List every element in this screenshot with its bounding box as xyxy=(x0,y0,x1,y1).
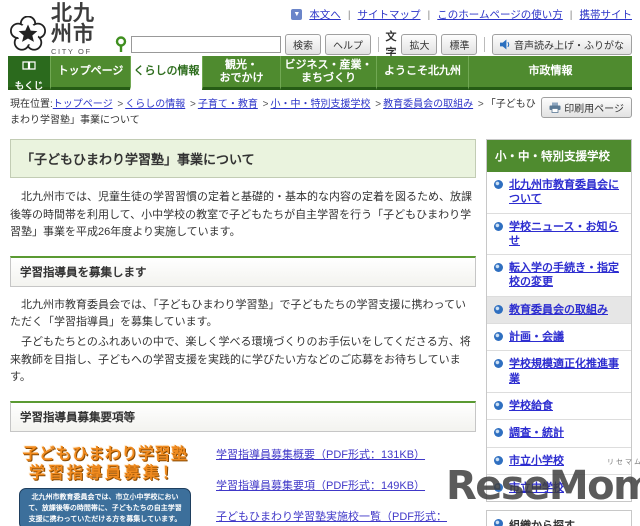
bullet-icon xyxy=(494,519,503,526)
breadcrumb-link-kurashi[interactable]: くらしの情報 xyxy=(125,99,185,110)
bullet-icon xyxy=(494,482,503,492)
breadcrumb-link-board-initiatives[interactable]: 教育委員会の取組み xyxy=(383,99,473,110)
sidebar-title: 小・中・特別支援学校 xyxy=(487,140,631,172)
sidebar: 小・中・特別支援学校 北九州市教育委員会について 学校ニュース・お知らせ 転入学… xyxy=(486,139,632,526)
breadcrumb-link-kosodate[interactable]: 子育て・教育 xyxy=(198,99,258,110)
banner-title-line2: 学習指導員募集！ xyxy=(28,464,181,482)
bullet-icon xyxy=(494,180,503,189)
text-standard-button[interactable]: 標準 xyxy=(441,33,478,55)
content-area: 「子どもひまわり学習塾」事業について 北九州市では、児童生徒の学習習慣の定着と基… xyxy=(0,131,640,526)
section-heading-documents: 学習指導員募集要項等 xyxy=(10,400,476,432)
nav-tab-kurashi-info[interactable]: くらしの情報 xyxy=(130,56,202,90)
downloads-row: 子どもひまわり学習塾 学習指導員募集！ 北九州市教育委員会では、市立小中学校にお… xyxy=(10,442,476,526)
link-sitemap[interactable]: サイトマップ xyxy=(358,7,421,22)
sidebar-item-school-lunch[interactable]: 学校給食 xyxy=(487,391,631,419)
banner-title-line1: 子どもひまわり学習塾 xyxy=(22,445,188,463)
breadcrumb-prefix: 現在位置: xyxy=(10,99,53,110)
nav-tab-mokuji[interactable]: もくじ xyxy=(8,56,50,92)
sidebar-item-transfer-procedures[interactable]: 転入学の手続き・指定校の変更 xyxy=(487,254,631,296)
bullet-icon xyxy=(494,455,503,465)
main-column: 「子どもひまわり学習塾」事業について 北九州市では、児童生徒の学習習慣の定着と基… xyxy=(10,139,476,526)
link-how-to-use[interactable]: このホームページの使い方 xyxy=(437,7,562,22)
sidebar-item-org-search[interactable]: 組織から探す xyxy=(487,511,631,526)
page-title: 「子どもひまわり学習塾」事業について xyxy=(10,139,476,178)
voice-reading-button[interactable]: 音声読み上げ・ふりがな xyxy=(492,33,633,55)
nav-tab-kanko-odekake[interactable]: 観光・ おでかけ xyxy=(202,56,280,90)
nav-tab-top-page[interactable]: トップページ xyxy=(50,56,130,90)
download-link-boshu-yoko[interactable]: 学習指導員募集要項（PDF形式：149KB） xyxy=(216,477,476,493)
logo-title: 北九州市 xyxy=(51,2,95,46)
nav-tab-yokoso-kitakyushu[interactable]: ようこそ北九州 xyxy=(376,56,468,90)
printer-icon xyxy=(549,102,561,113)
bullet-icon xyxy=(494,400,503,410)
sidebar-item-school-scale-project[interactable]: 学校規模適正化推進事業 xyxy=(487,350,631,392)
breadcrumb-row: 現在位置:トップページ > くらしの情報 > 子育て・教育 > 小・中・特別支援学校 … xyxy=(0,90,640,131)
breadcrumb-link-schools[interactable]: 小・中・特別支援学校 xyxy=(270,99,370,110)
search-button[interactable]: 検索 xyxy=(285,33,321,55)
nav-tab-shisei-info[interactable]: 市政情報 xyxy=(468,56,632,90)
recruit-paragraph-1: 北九州市教育委員会では、「子どもひまわり学習塾」で子どもたちの学習支援に携わって… xyxy=(10,298,466,329)
breadcrumb-link-top[interactable]: トップページ xyxy=(53,99,113,110)
divider xyxy=(484,36,486,52)
breadcrumb: 現在位置:トップページ > くらしの情報 > 子育て・教育 > 小・中・特別支援学校 … xyxy=(10,99,536,126)
header-top-links: ▼ 本文へ | サイトマップ | このホームページの使い方 | 携帯サイト xyxy=(291,7,632,22)
bullet-icon xyxy=(494,263,503,273)
sidebar-search-by-org: 組織から探す xyxy=(486,510,632,526)
print-page-button[interactable]: 印刷用ページ xyxy=(541,97,632,118)
header-right: ▼ 本文へ | サイトマップ | このホームページの使い方 | 携帯サイト 検索 xyxy=(115,4,633,59)
banner-description: 北九州市教育委員会では、市立小中学校において、放課後等の時間帯に、子どもたちの自… xyxy=(19,487,191,526)
link-separator: | xyxy=(347,8,351,21)
download-link-boshu-gaiyo[interactable]: 学習指導員募集概要（PDF形式：131KB） xyxy=(216,446,476,462)
download-links: 学習指導員募集概要（PDF形式：131KB） 学習指導員募集要項（PDF形式：1… xyxy=(216,443,476,526)
sidebar-item-municipal-elementary[interactable]: 市立小学校 xyxy=(487,446,631,474)
sidebar-school-menu: 小・中・特別支援学校 北九州市教育委員会について 学校ニュース・お知らせ 転入学… xyxy=(486,139,632,503)
page: 北九州市 CITY OF KITAKYUSHU ▼ 本文へ | サイトマップ |… xyxy=(0,0,640,526)
location-pin-icon xyxy=(115,35,127,53)
global-nav: もくじ トップページ くらしの情報 観光・ おでかけ ビジネス・産業・ まちづく… xyxy=(0,56,640,92)
download-link-jisshiko-ichiran[interactable]: 子どもひまわり学習塾実施校一覧（PDF形式：43KB） xyxy=(216,508,476,526)
link-separator: | xyxy=(569,8,573,21)
link-separator: | xyxy=(427,8,431,21)
speaker-icon xyxy=(500,38,511,50)
nav-tab-business-machizukuri[interactable]: ビジネス・産業・ まちづくり xyxy=(280,56,376,90)
sidebar-item-plans-meetings[interactable]: 計画・会議 xyxy=(487,323,631,350)
bullet-icon xyxy=(494,359,503,369)
skip-to-content-icon: ▼ xyxy=(291,9,303,20)
search-input[interactable] xyxy=(131,35,281,53)
recruit-paragraph-2: 子どもたちとのふれあいの中で、楽しく学べる環境づくりのお手伝いをしてくださる方、… xyxy=(10,335,471,384)
city-emblem-icon xyxy=(10,16,46,52)
bullet-icon xyxy=(494,332,503,342)
divider xyxy=(378,36,379,52)
sidebar-item-municipal-junior-high[interactable]: 市立中学校 xyxy=(487,473,631,501)
link-mobile-site[interactable]: 携帯サイト xyxy=(580,7,633,22)
section-heading-recruit: 学習指導員を募集します xyxy=(10,255,476,287)
sidebar-item-surveys-statistics[interactable]: 調査・統計 xyxy=(487,419,631,446)
site-header: 北九州市 CITY OF KITAKYUSHU ▼ 本文へ | サイトマップ |… xyxy=(0,0,640,65)
book-icon xyxy=(22,50,36,81)
bullet-icon xyxy=(494,304,503,314)
sidebar-item-board-initiatives[interactable]: 教育委員会の取組み xyxy=(487,295,631,324)
text-enlarge-button[interactable]: 拡大 xyxy=(401,33,438,55)
sidebar-item-school-news[interactable]: 学校ニュース・お知らせ xyxy=(487,212,631,255)
sidebar-item-board-about[interactable]: 北九州市教育委員会について xyxy=(487,172,631,213)
intro-paragraph: 北九州市では、児童生徒の学習習慣の定着と基礎的・基本的な内容の定着を図るため、放… xyxy=(10,191,472,239)
recruit-banner-image: 子どもひまわり学習塾 学習指導員募集！ 北九州市教育委員会では、市立小中学校にお… xyxy=(10,442,200,526)
link-to-main-text[interactable]: 本文へ xyxy=(309,7,341,22)
bullet-icon xyxy=(494,221,503,231)
bullet-icon xyxy=(494,428,503,438)
help-button[interactable]: ヘルプ xyxy=(325,33,371,55)
